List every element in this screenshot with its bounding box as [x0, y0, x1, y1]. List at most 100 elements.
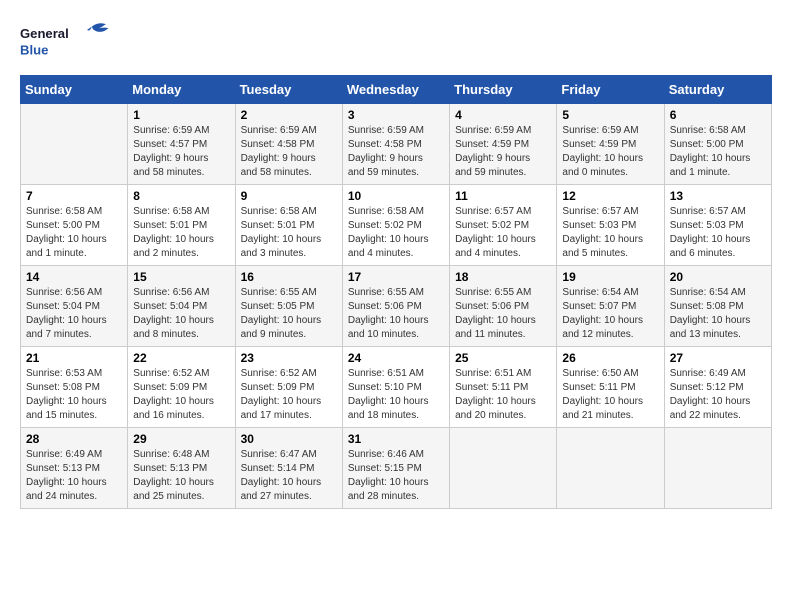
day-info: Sunrise: 6:59 AMSunset: 4:59 PMDaylight:… — [455, 124, 551, 180]
day-number: 11 — [455, 189, 551, 203]
day-number: 17 — [348, 270, 444, 284]
day-number: 6 — [670, 108, 766, 122]
day-info: Sunrise: 6:58 AMSunset: 5:00 PMDaylight:… — [26, 205, 122, 261]
day-cell: 6 Sunrise: 6:58 AMSunset: 5:00 PMDaylight… — [664, 104, 771, 185]
day-info: Sunrise: 6:52 AMSunset: 5:09 PMDaylight:… — [241, 367, 337, 423]
day-info: Sunrise: 6:59 AMSunset: 4:58 PMDaylight:… — [241, 124, 337, 180]
day-info: Sunrise: 6:56 AMSunset: 5:04 PMDaylight:… — [133, 286, 229, 342]
day-number: 20 — [670, 270, 766, 284]
calendar-body: 1 Sunrise: 6:59 AMSunset: 4:57 PMDaylight… — [21, 104, 772, 509]
day-info: Sunrise: 6:51 AMSunset: 5:11 PMDaylight:… — [455, 367, 551, 423]
day-cell: 10 Sunrise: 6:58 AMSunset: 5:02 PMDayligh… — [342, 185, 449, 266]
day-info: Sunrise: 6:48 AMSunset: 5:13 PMDaylight:… — [133, 448, 229, 504]
day-cell: 15 Sunrise: 6:56 AMSunset: 5:04 PMDayligh… — [128, 266, 235, 347]
day-info: Sunrise: 6:56 AMSunset: 5:04 PMDaylight:… — [26, 286, 122, 342]
day-number: 4 — [455, 108, 551, 122]
calendar-header: SundayMondayTuesdayWednesdayThursdayFrid… — [21, 76, 772, 104]
day-cell: 27 Sunrise: 6:49 AMSunset: 5:12 PMDayligh… — [664, 347, 771, 428]
day-info: Sunrise: 6:51 AMSunset: 5:10 PMDaylight:… — [348, 367, 444, 423]
day-number: 21 — [26, 351, 122, 365]
day-cell: 20 Sunrise: 6:54 AMSunset: 5:08 PMDayligh… — [664, 266, 771, 347]
logo-svg: General Blue — [20, 20, 110, 65]
day-number: 8 — [133, 189, 229, 203]
day-number: 28 — [26, 432, 122, 446]
day-number: 26 — [562, 351, 658, 365]
day-info: Sunrise: 6:49 AMSunset: 5:13 PMDaylight:… — [26, 448, 122, 504]
day-cell: 8 Sunrise: 6:58 AMSunset: 5:01 PMDaylight… — [128, 185, 235, 266]
day-number: 22 — [133, 351, 229, 365]
day-number: 2 — [241, 108, 337, 122]
day-info: Sunrise: 6:53 AMSunset: 5:08 PMDaylight:… — [26, 367, 122, 423]
day-cell: 9 Sunrise: 6:58 AMSunset: 5:01 PMDaylight… — [235, 185, 342, 266]
svg-text:General: General — [20, 26, 69, 41]
day-info: Sunrise: 6:54 AMSunset: 5:07 PMDaylight:… — [562, 286, 658, 342]
day-number: 12 — [562, 189, 658, 203]
day-number: 31 — [348, 432, 444, 446]
day-number: 1 — [133, 108, 229, 122]
day-number: 25 — [455, 351, 551, 365]
svg-text:Blue: Blue — [20, 42, 48, 57]
day-info: Sunrise: 6:58 AMSunset: 5:01 PMDaylight:… — [241, 205, 337, 261]
header-day-thursday: Thursday — [450, 76, 557, 104]
day-info: Sunrise: 6:57 AMSunset: 5:02 PMDaylight:… — [455, 205, 551, 261]
day-cell: 16Sunrise: 6:55 AMSunset: 5:05 PMDayligh… — [235, 266, 342, 347]
day-cell: 12 Sunrise: 6:57 AMSunset: 5:03 PMDayligh… — [557, 185, 664, 266]
header-day-monday: Monday — [128, 76, 235, 104]
day-cell: 1 Sunrise: 6:59 AMSunset: 4:57 PMDaylight… — [128, 104, 235, 185]
day-cell: 31 Sunrise: 6:46 AMSunset: 5:15 PMDayligh… — [342, 428, 449, 509]
day-info: Sunrise: 6:46 AMSunset: 5:15 PMDaylight:… — [348, 448, 444, 504]
week-row-2: 7 Sunrise: 6:58 AMSunset: 5:00 PMDaylight… — [21, 185, 772, 266]
day-cell: 5 Sunrise: 6:59 AMSunset: 4:59 PMDaylight… — [557, 104, 664, 185]
day-number: 5 — [562, 108, 658, 122]
day-cell: 18 Sunrise: 6:55 AMSunset: 5:06 PMDayligh… — [450, 266, 557, 347]
day-info: Sunrise: 6:55 AMSunset: 5:06 PMDaylight:… — [455, 286, 551, 342]
day-cell: 24 Sunrise: 6:51 AMSunset: 5:10 PMDayligh… — [342, 347, 449, 428]
day-cell: 21 Sunrise: 6:53 AMSunset: 5:08 PMDayligh… — [21, 347, 128, 428]
day-cell: 23 Sunrise: 6:52 AMSunset: 5:09 PMDayligh… — [235, 347, 342, 428]
day-cell — [450, 428, 557, 509]
day-cell: 19Sunrise: 6:54 AMSunset: 5:07 PMDayligh… — [557, 266, 664, 347]
header-day-friday: Friday — [557, 76, 664, 104]
day-number: 27 — [670, 351, 766, 365]
day-info: Sunrise: 6:58 AMSunset: 5:01 PMDaylight:… — [133, 205, 229, 261]
day-number: 9 — [241, 189, 337, 203]
day-number: 23 — [241, 351, 337, 365]
header-day-sunday: Sunday — [21, 76, 128, 104]
week-row-4: 21 Sunrise: 6:53 AMSunset: 5:08 PMDayligh… — [21, 347, 772, 428]
day-info: Sunrise: 6:58 AMSunset: 5:00 PMDaylight:… — [670, 124, 766, 180]
day-cell: 22 Sunrise: 6:52 AMSunset: 5:09 PMDayligh… — [128, 347, 235, 428]
day-cell: 4 Sunrise: 6:59 AMSunset: 4:59 PMDaylight… — [450, 104, 557, 185]
day-info: Sunrise: 6:59 AMSunset: 4:59 PMDaylight:… — [562, 124, 658, 180]
day-info: Sunrise: 6:49 AMSunset: 5:12 PMDaylight:… — [670, 367, 766, 423]
day-info: Sunrise: 6:57 AMSunset: 5:03 PMDaylight:… — [562, 205, 658, 261]
day-cell: 11 Sunrise: 6:57 AMSunset: 5:02 PMDayligh… — [450, 185, 557, 266]
day-number: 18 — [455, 270, 551, 284]
day-number: 15 — [133, 270, 229, 284]
day-cell — [664, 428, 771, 509]
header-day-tuesday: Tuesday — [235, 76, 342, 104]
day-cell: 14Sunrise: 6:56 AMSunset: 5:04 PMDayligh… — [21, 266, 128, 347]
day-number: 3 — [348, 108, 444, 122]
week-row-1: 1 Sunrise: 6:59 AMSunset: 4:57 PMDaylight… — [21, 104, 772, 185]
day-cell: 13 Sunrise: 6:57 AMSunset: 5:03 PMDayligh… — [664, 185, 771, 266]
day-number: 10 — [348, 189, 444, 203]
day-info: Sunrise: 6:52 AMSunset: 5:09 PMDaylight:… — [133, 367, 229, 423]
day-cell: 30Sunrise: 6:47 AMSunset: 5:14 PMDayligh… — [235, 428, 342, 509]
day-cell: 25 Sunrise: 6:51 AMSunset: 5:11 PMDayligh… — [450, 347, 557, 428]
day-cell: 3 Sunrise: 6:59 AMSunset: 4:58 PMDaylight… — [342, 104, 449, 185]
day-number: 13 — [670, 189, 766, 203]
day-info: Sunrise: 6:55 AMSunset: 5:05 PMDaylight:… — [241, 286, 337, 342]
header-day-saturday: Saturday — [664, 76, 771, 104]
day-info: Sunrise: 6:59 AMSunset: 4:57 PMDaylight:… — [133, 124, 229, 180]
day-info: Sunrise: 6:59 AMSunset: 4:58 PMDaylight:… — [348, 124, 444, 180]
logo: General Blue — [20, 20, 110, 65]
header-day-wednesday: Wednesday — [342, 76, 449, 104]
day-info: Sunrise: 6:57 AMSunset: 5:03 PMDaylight:… — [670, 205, 766, 261]
header-row: SundayMondayTuesdayWednesdayThursdayFrid… — [21, 76, 772, 104]
day-number: 7 — [26, 189, 122, 203]
day-info: Sunrise: 6:54 AMSunset: 5:08 PMDaylight:… — [670, 286, 766, 342]
page-header: General Blue — [20, 20, 772, 65]
day-number: 24 — [348, 351, 444, 365]
day-cell: 29Sunrise: 6:48 AMSunset: 5:13 PMDayligh… — [128, 428, 235, 509]
day-info: Sunrise: 6:58 AMSunset: 5:02 PMDaylight:… — [348, 205, 444, 261]
